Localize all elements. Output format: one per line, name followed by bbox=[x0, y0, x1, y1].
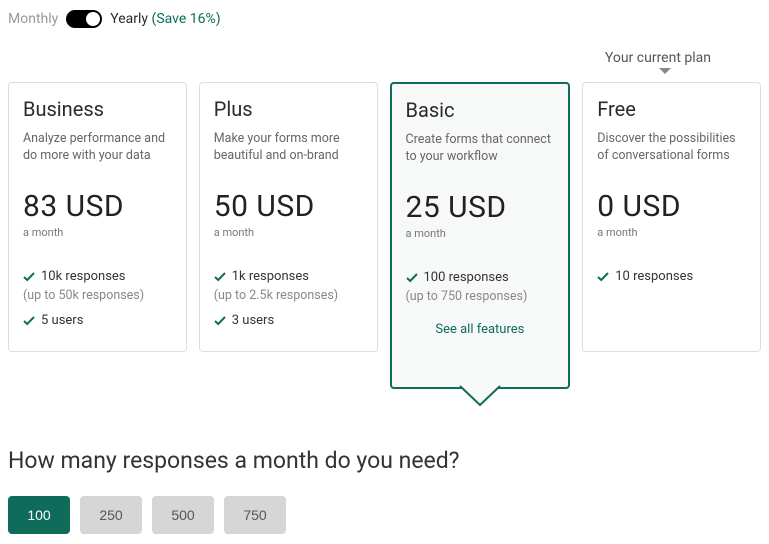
plan-cards: Business Analyze performance and do more… bbox=[8, 82, 761, 389]
plan-name: Free bbox=[597, 97, 746, 121]
responses-options: 100 250 500 750 bbox=[8, 496, 761, 534]
plan-price: 50 USD bbox=[214, 189, 363, 224]
plan-feature: 10k responses bbox=[23, 267, 172, 288]
plan-desc: Make your forms more beautiful and on-br… bbox=[214, 131, 363, 165]
billing-monthly-label[interactable]: Monthly bbox=[8, 11, 58, 27]
responses-option-500[interactable]: 500 bbox=[152, 496, 214, 534]
plan-period: a month bbox=[214, 226, 363, 239]
responses-option-750[interactable]: 750 bbox=[224, 496, 286, 534]
check-icon bbox=[23, 315, 35, 327]
current-plan-indicator: Your current plan bbox=[8, 58, 761, 82]
plan-name: Plus bbox=[214, 97, 363, 121]
responses-option-100[interactable]: 100 bbox=[8, 496, 70, 534]
plan-feature-sublabel: (up to 2.5k responses) bbox=[214, 288, 363, 303]
toggle-knob bbox=[86, 12, 100, 26]
plan-card-plus[interactable]: Plus Make your forms more beautiful and … bbox=[199, 82, 378, 352]
plan-card-basic[interactable]: Basic Create forms that connect to your … bbox=[390, 82, 571, 389]
caret-down-icon bbox=[659, 68, 671, 74]
plan-card-business[interactable]: Business Analyze performance and do more… bbox=[8, 82, 187, 352]
check-icon bbox=[597, 271, 609, 283]
plan-price: 25 USD bbox=[406, 190, 555, 225]
responses-heading: How many responses a month do you need? bbox=[8, 447, 761, 474]
plan-name: Basic bbox=[406, 98, 555, 122]
check-icon bbox=[214, 315, 226, 327]
plan-period: a month bbox=[406, 227, 555, 240]
plan-feature-text: 3 users bbox=[232, 311, 274, 332]
check-icon bbox=[23, 271, 35, 283]
plan-card-free[interactable]: Free Discover the possibilities of conve… bbox=[582, 82, 761, 352]
plan-price: 0 USD bbox=[597, 189, 746, 224]
plan-feature: 5 users bbox=[23, 311, 172, 332]
responses-option-250[interactable]: 250 bbox=[80, 496, 142, 534]
plan-period: a month bbox=[23, 226, 172, 239]
check-icon bbox=[214, 271, 226, 283]
plan-feature: 1k responses bbox=[214, 267, 363, 288]
billing-toggle-row: Monthly Yearly (Save 16%) bbox=[8, 10, 761, 28]
plan-feature-text: 10 responses bbox=[615, 267, 693, 288]
chevron-down-icon bbox=[458, 385, 502, 409]
plan-desc: Create forms that connect to your workfl… bbox=[406, 132, 555, 166]
billing-save-label: (Save 16%) bbox=[152, 11, 221, 27]
billing-yearly-text: Yearly bbox=[110, 11, 148, 27]
billing-yearly-label[interactable]: Yearly (Save 16%) bbox=[110, 11, 220, 27]
plan-feature-sublabel: (up to 50k responses) bbox=[23, 288, 172, 303]
billing-toggle[interactable] bbox=[66, 10, 102, 28]
plan-feature-sublabel: (up to 750 responses) bbox=[406, 289, 555, 304]
current-plan-label: Your current plan bbox=[605, 50, 711, 66]
plan-feature: 3 users bbox=[214, 311, 363, 332]
plan-feature-text: 5 users bbox=[41, 311, 83, 332]
plan-desc: Analyze performance and do more with you… bbox=[23, 131, 172, 165]
plan-period: a month bbox=[597, 226, 746, 239]
plan-feature-text: 100 responses bbox=[424, 268, 509, 289]
plan-desc: Discover the possibilities of conversati… bbox=[597, 131, 746, 165]
plan-feature: 100 responses bbox=[406, 268, 555, 289]
check-icon bbox=[406, 272, 418, 284]
plan-feature-text: 10k responses bbox=[41, 267, 126, 288]
plan-name: Business bbox=[23, 97, 172, 121]
plan-feature: 10 responses bbox=[597, 267, 746, 288]
see-all-features-link[interactable]: See all features bbox=[406, 322, 555, 337]
plan-price: 83 USD bbox=[23, 189, 172, 224]
plan-feature-text: 1k responses bbox=[232, 267, 309, 288]
